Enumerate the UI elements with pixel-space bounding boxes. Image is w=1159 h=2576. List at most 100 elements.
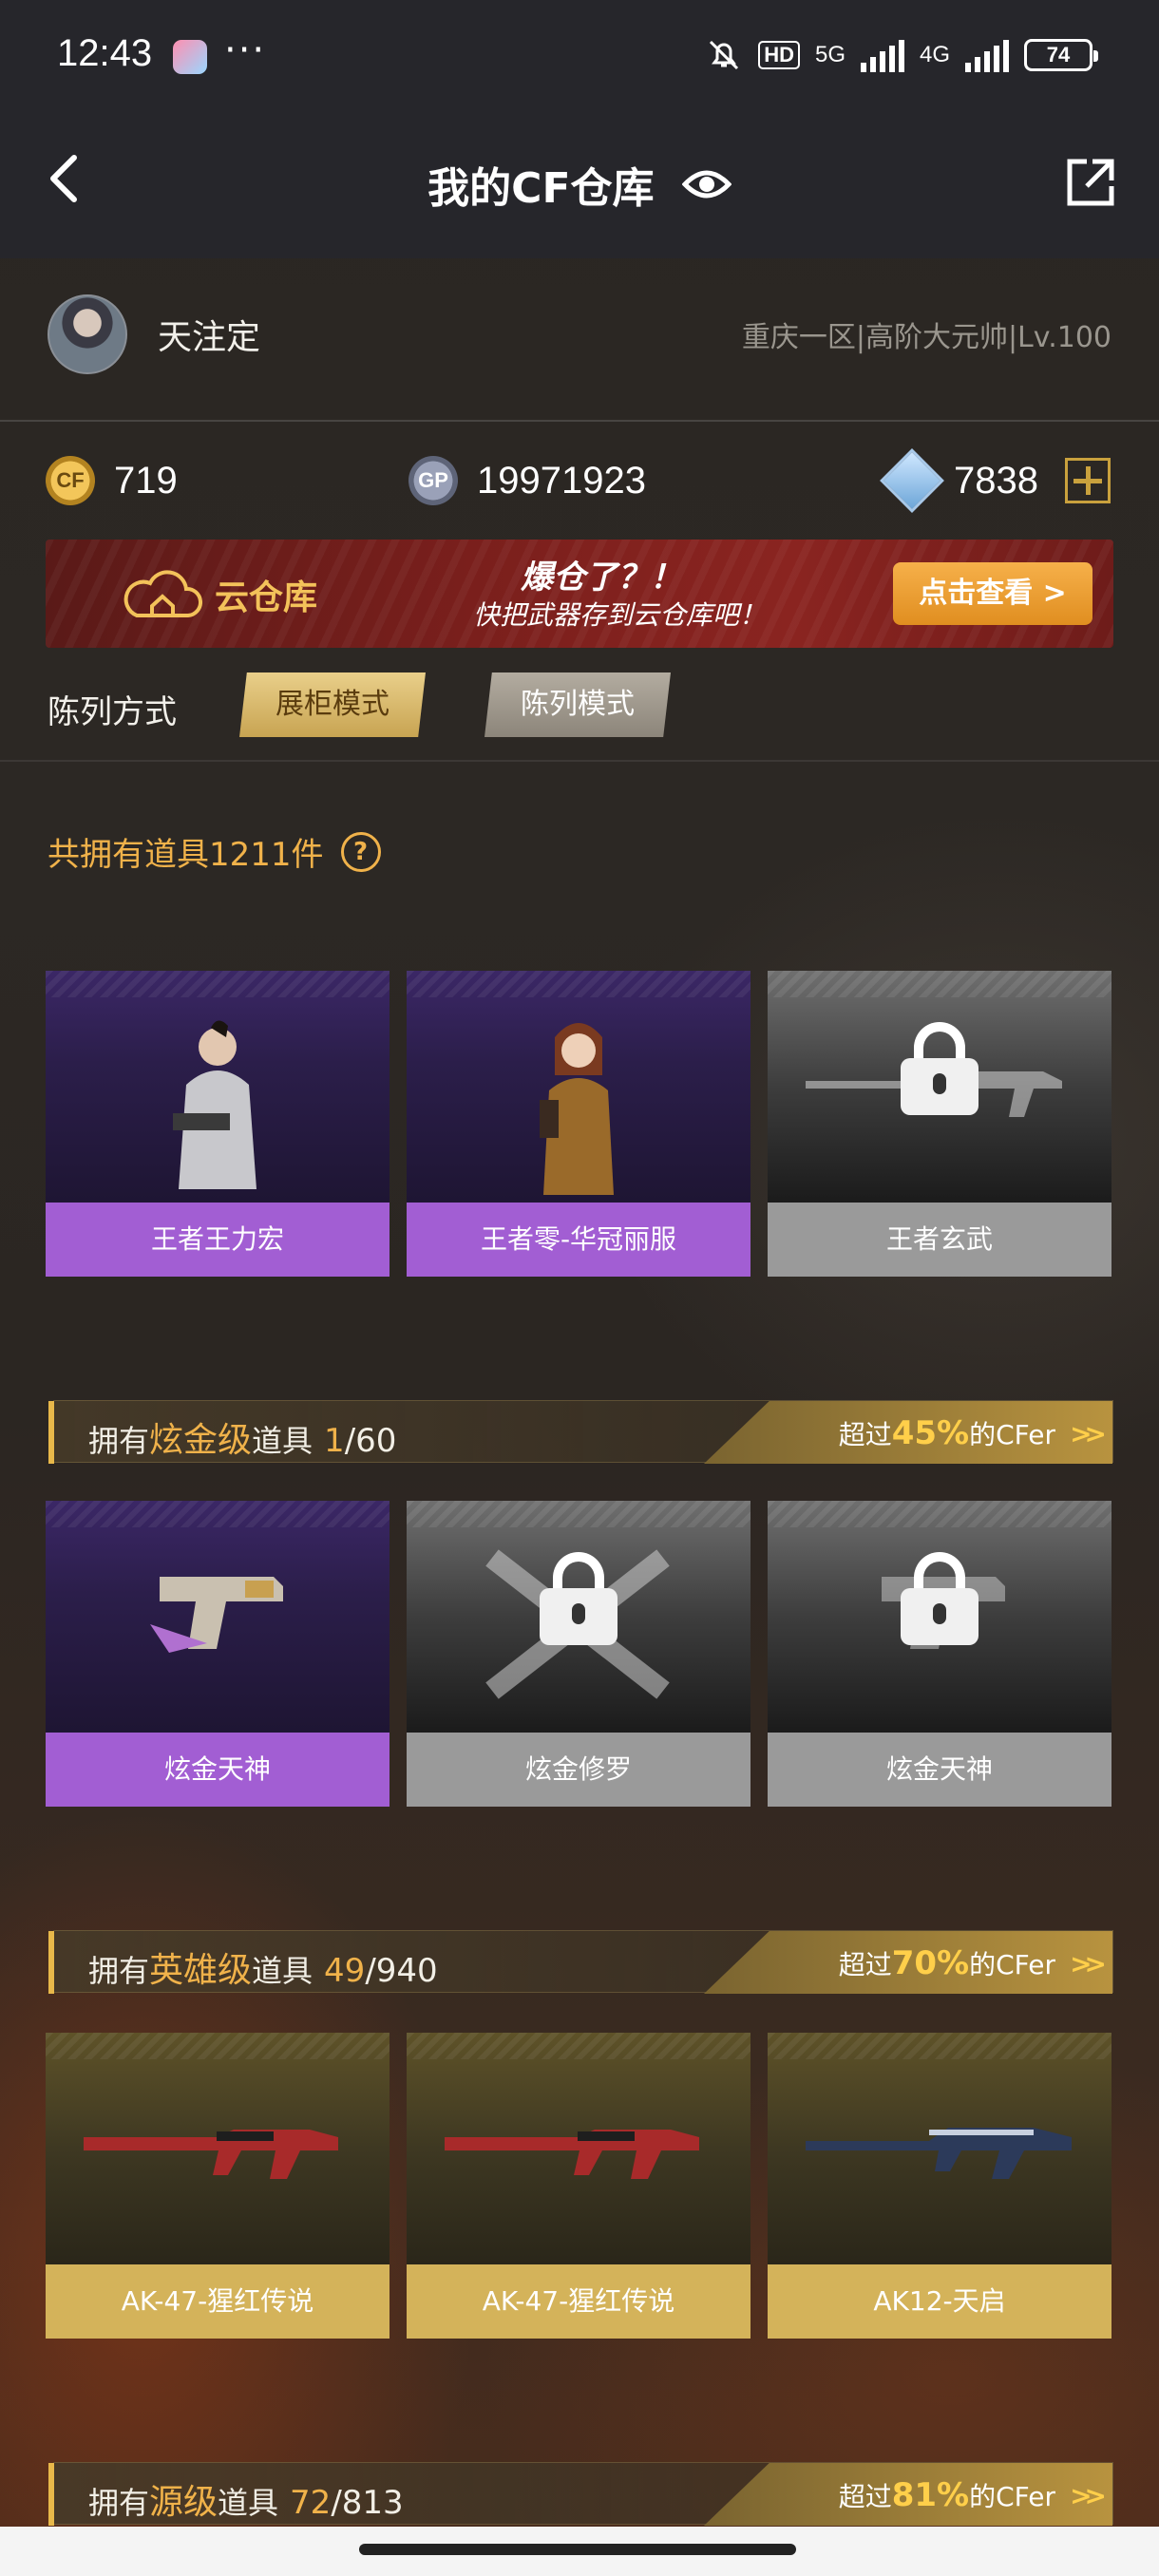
item-card[interactable]: 王者零-华冠丽服 [407, 971, 750, 1277]
display-mode-label: 陈列方式 [48, 693, 177, 731]
help-icon[interactable]: ? [340, 831, 381, 872]
diamond-icon [880, 448, 944, 513]
category-total: /813 [331, 2484, 404, 2522]
network-4g: 4G [919, 42, 950, 67]
view-cloud-button[interactable]: 点击查看 > [893, 562, 1092, 625]
double-chevron-icon: >> [1070, 1418, 1107, 1449]
pct-prefix: 超过 [838, 1419, 892, 1450]
pct-prefix: 超过 [838, 1949, 892, 1980]
more-notifications-icon: ··· [224, 28, 267, 72]
item-name: 王者玄武 [768, 1203, 1112, 1277]
featured-grid: 王者王力宏 王者零-华冠丽服 王者玄武 [46, 971, 1113, 1277]
diamond-currency: 7838 [880, 448, 1111, 513]
lock-icon [901, 1022, 978, 1115]
item-card[interactable]: AK12-天启 [768, 2033, 1112, 2339]
network-5g: 5G [814, 42, 846, 67]
eye-icon[interactable] [681, 165, 732, 203]
double-chevron-icon: >> [1070, 1948, 1107, 1979]
showcase-mode-button[interactable]: 展柜模式 [239, 672, 426, 737]
item-image [407, 971, 750, 1203]
pistol-icon [150, 1577, 283, 1653]
profile-row: 天注定 重庆一区|高阶大元帅|Lv.100 [0, 258, 1159, 422]
item-card[interactable]: 王者王力宏 [46, 971, 390, 1277]
gp-coin-icon: GP [408, 456, 458, 505]
category-owned: 1 [324, 1422, 345, 1460]
status-bar: 12:43 ··· HD 5G 4G 74 [0, 0, 1159, 112]
divider [0, 420, 1159, 422]
category-label: 拥有源级道具 72/813 [88, 2474, 404, 2524]
rifle-icon [84, 2130, 338, 2179]
add-diamond-icon[interactable] [1064, 458, 1111, 503]
pct-value: 81% [891, 2476, 970, 2514]
category-header-hero[interactable]: 拥有英雄级道具 49/940 超过70%的CFer >> [48, 1930, 1113, 1994]
app-header: 我的CF仓库 [0, 112, 1159, 258]
category-suffix: 道具 [252, 1423, 314, 1459]
item-image [46, 971, 390, 1203]
category-suffix: 道具 [252, 1953, 314, 1989]
category-level: 英雄级 [149, 1951, 253, 1990]
total-items-text: 共拥有道具1211件 [48, 836, 324, 874]
item-card[interactable]: 炫金天神 [46, 1501, 390, 1807]
category-total: /940 [365, 1952, 438, 1990]
item-name: 炫金天神 [46, 1733, 390, 1807]
category-prefix: 拥有 [88, 2485, 150, 2521]
item-name: 王者王力宏 [46, 1203, 390, 1277]
rank-percent: 超过81%的CFer [839, 2476, 1055, 2514]
rank-percent-badge: 超过45%的CFer >> [704, 1401, 1112, 1464]
diamond-amount: 7838 [954, 459, 1038, 502]
hd-badge: HD [758, 41, 800, 69]
category-header-source[interactable]: 拥有源级道具 72/813 超过81%的CFer >> [48, 2462, 1113, 2526]
item-card[interactable]: 炫金修罗 [407, 1501, 750, 1807]
banner-slogan-1: 爆仓了？！ [521, 559, 682, 597]
share-external-icon[interactable] [1064, 156, 1117, 209]
pct-suffix: 的CFer [969, 1949, 1055, 1980]
app-notification-icon [173, 40, 207, 74]
character-figure-icon [173, 1020, 256, 1189]
cloud-label: 云仓库 [122, 568, 317, 621]
xuanjin-grid: 炫金天神 炫金修罗 炫金天神 [46, 1501, 1113, 1807]
total-items: 共拥有道具1211件 ? [48, 828, 381, 875]
item-image [407, 2033, 750, 2264]
category-label: 拥有炫金级道具 1/60 [88, 1412, 396, 1462]
username: 天注定 [158, 318, 261, 357]
category-suffix: 道具 [218, 2485, 279, 2521]
lock-icon [901, 1552, 978, 1645]
banner-slogan-2: 快把武器存到云仓库吧！ [473, 599, 767, 631]
battery-icon: 74 [1024, 39, 1098, 71]
item-image [46, 1501, 390, 1733]
category-prefix: 拥有 [88, 1953, 150, 1989]
category-total: /60 [344, 1422, 397, 1460]
item-card[interactable]: AK-47-猩红传说 [46, 2033, 390, 2339]
category-prefix: 拥有 [88, 1423, 150, 1459]
home-indicator[interactable] [359, 2544, 796, 2555]
item-image [768, 2033, 1112, 2264]
double-chevron-icon: >> [1070, 2480, 1107, 2511]
category-header-xuanjin[interactable]: 拥有炫金级道具 1/60 超过45%的CFer >> [48, 1400, 1113, 1464]
cf-currency: CF 719 [46, 450, 178, 511]
category-level: 炫金级 [149, 1421, 253, 1460]
item-card[interactable]: 炫金天神 [768, 1501, 1112, 1807]
top-bar: 12:43 ··· HD 5G 4G 74 我的CF仓库 [0, 0, 1159, 258]
status-time: 12:43 [57, 32, 153, 74]
cloud-storage-banner[interactable]: 云仓库 爆仓了？！ 快把武器存到云仓库吧！ 点击查看 > [46, 540, 1113, 648]
item-card[interactable]: AK-47-猩红传说 [407, 2033, 750, 2339]
rifle-icon [806, 2128, 1072, 2179]
lock-icon [540, 1552, 618, 1645]
item-card[interactable]: 王者玄武 [768, 971, 1112, 1277]
list-mode-button[interactable]: 陈列模式 [484, 672, 671, 737]
gp-amount: 19971923 [477, 459, 646, 502]
cf-amount: 719 [114, 459, 178, 502]
status-indicators: HD 5G 4G 74 [705, 36, 1098, 74]
item-name: AK12-天启 [768, 2264, 1112, 2339]
server-rank: 重庆一区|高阶大元帅|Lv.100 [741, 321, 1112, 354]
cf-coin-icon: CF [46, 456, 95, 505]
rank-percent: 超过70%的CFer [839, 1944, 1055, 1982]
cloud-house-icon [124, 570, 203, 617]
item-image [768, 971, 1112, 1203]
cloud-label-text: 云仓库 [215, 578, 318, 617]
item-name: AK-47-猩红传说 [407, 2264, 750, 2339]
page-title-wrap: 我的CF仓库 [0, 154, 1159, 215]
avatar[interactable] [48, 294, 127, 374]
character-figure-icon [540, 1023, 614, 1195]
pct-suffix: 的CFer [969, 1419, 1055, 1450]
